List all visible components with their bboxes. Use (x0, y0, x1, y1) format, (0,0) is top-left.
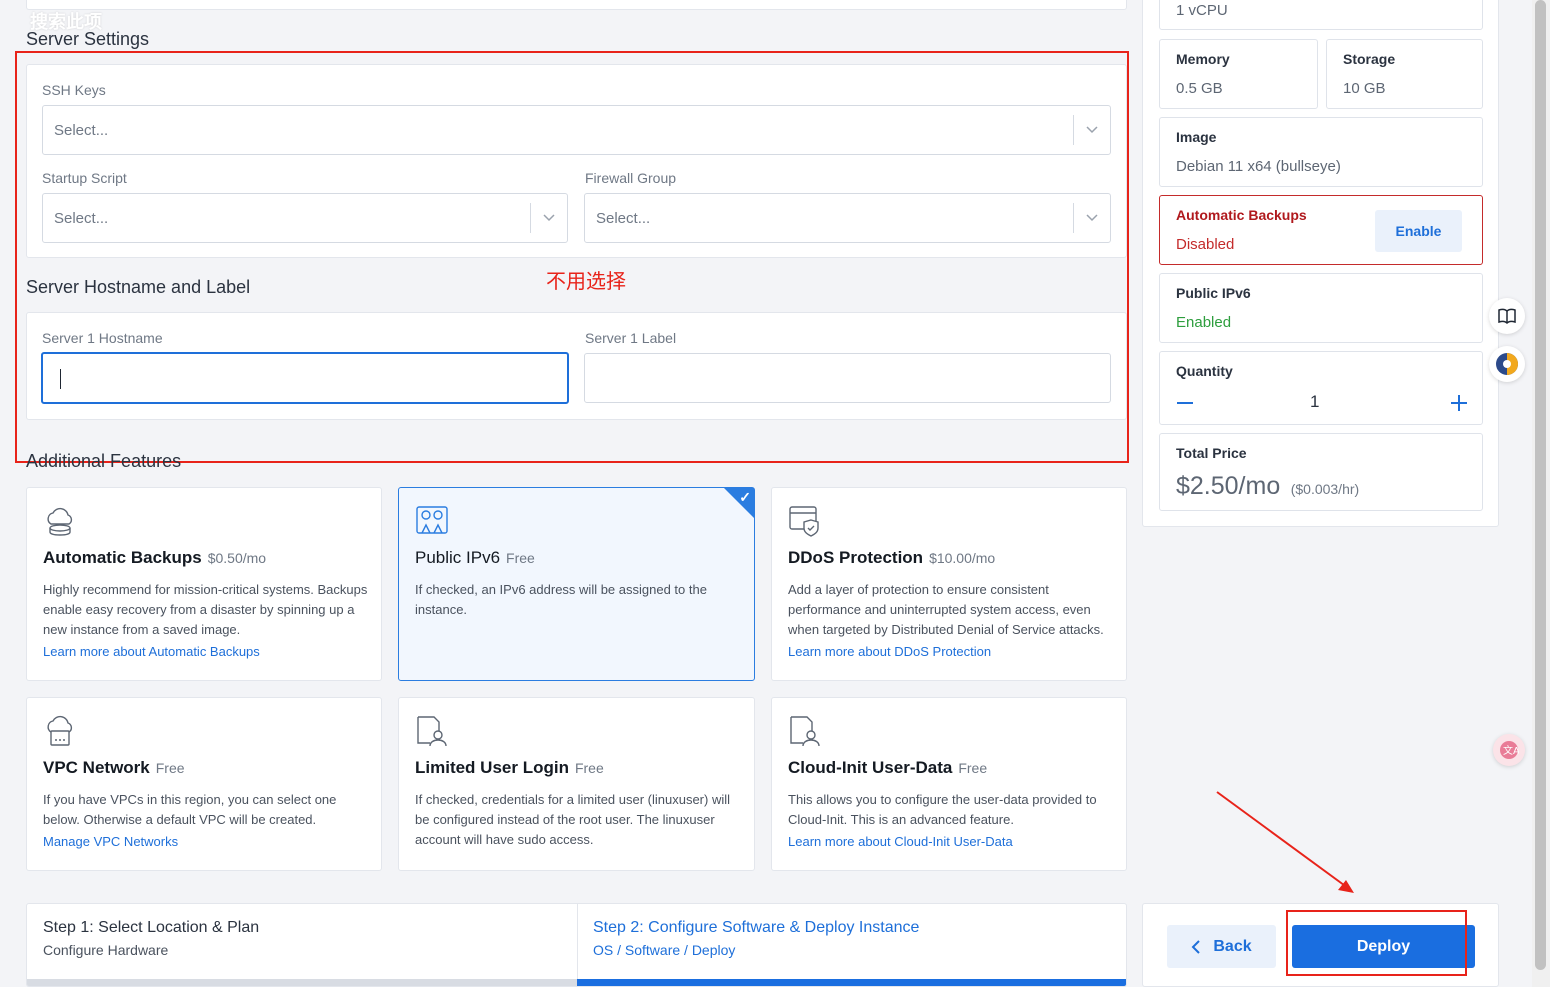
scrollbar-thumb[interactable] (1535, 0, 1546, 970)
manage-vpc-link[interactable]: Manage VPC Networks (43, 834, 178, 849)
feature-price: $0.50/mo (207, 550, 267, 566)
learn-more-ddos-link[interactable]: Learn more about DDoS Protection (788, 644, 991, 659)
server-settings-title: Server Settings (26, 29, 150, 49)
additional-features-title: Additional Features (26, 451, 182, 471)
translate-icon[interactable]: 文A (1493, 734, 1525, 766)
feature-title: Limited User Login Free (415, 758, 604, 777)
automatic-backups-box: Automatic Backups Disabled Enable (1159, 195, 1483, 265)
hourly-price: ($0.003/hr) (1290, 481, 1360, 497)
shield-window-icon (789, 506, 819, 537)
total-price-label: Total Price (1176, 445, 1247, 461)
annotation-highlight-box (15, 51, 1129, 463)
step2-title[interactable]: Step 2: Configure Software & Deploy Inst… (593, 919, 919, 937)
backups-status: Disabled (1176, 236, 1235, 253)
ipv6-status: Enabled (1176, 314, 1232, 331)
feature-description: Add a layer of protection to ensure cons… (788, 582, 1104, 637)
learn-more-backups-link[interactable]: Learn more about Automatic Backups (43, 644, 260, 659)
feature-description: Highly recommend for mission-critical sy… (43, 582, 368, 637)
feature-description: This allows you to configure the user-da… (788, 792, 1097, 827)
feature-card-vpc-network[interactable]: VPC Network Free If you have VPCs in this… (26, 697, 382, 871)
feature-title: VPC Network Free (43, 758, 185, 777)
previous-card-edge (26, 0, 1127, 10)
plus-icon[interactable] (1448, 392, 1470, 414)
memory-value: 0.5 GB (1176, 80, 1223, 97)
quantity-box: Quantity 1 (1159, 351, 1483, 425)
total-price: $2.50/mo ($0.003/hr) (1176, 472, 1359, 501)
feature-price: Free (155, 760, 185, 776)
storage-box: Storage 10 GB (1326, 39, 1483, 109)
step2-subtitle: OS / Software / Deploy (593, 942, 736, 958)
feature-description: If you have VPCs in this region, you can… (43, 792, 337, 827)
feature-card-automatic-backups[interactable]: Automatic Backups $0.50/mo Highly recomme… (26, 487, 382, 681)
user-document-icon (790, 716, 820, 747)
feature-description: If checked, credentials for a limited us… (415, 792, 731, 847)
feature-card-limited-user-login[interactable]: Limited User Login Free If checked, crede… (398, 697, 755, 871)
public-ipv6-box: Public IPv6 Enabled (1159, 273, 1483, 343)
reader-book-icon[interactable] (1489, 298, 1525, 334)
memory-box: Memory 0.5 GB (1159, 39, 1318, 109)
learn-more-cloud-init-link[interactable]: Learn more about Cloud-Init User-Data (788, 834, 1013, 849)
step1-title[interactable]: Step 1: Select Location & Plan (43, 919, 259, 937)
backups-label: Automatic Backups (1176, 207, 1307, 223)
image-label: Image (1176, 129, 1217, 145)
feature-card-cloud-init[interactable]: Cloud-Init User-Data Free This allows you… (771, 697, 1127, 871)
feature-card-ddos-protection[interactable]: DDoS Protection $10.00/mo Add a layer of … (771, 487, 1127, 681)
ip-pin-icon (416, 506, 448, 534)
feature-card-public-ipv6[interactable]: Public IPv6 Free If checked, an IPv6 addr… (398, 487, 755, 681)
user-document-icon (417, 716, 447, 747)
cpu-value: 1 vCPU (1176, 2, 1228, 19)
feature-price: Free (958, 760, 988, 776)
ipv6-label: Public IPv6 (1176, 285, 1251, 301)
step-progress-bar: Step 1: Select Location & Plan Configure… (26, 903, 1127, 987)
total-price-box: Total Price $2.50/mo ($0.003/hr) (1159, 433, 1483, 511)
total-price-value: $2.50/mo (1176, 472, 1281, 500)
image-value: Debian 11 x64 (bullseye) (1176, 158, 1341, 175)
image-box: Image Debian 11 x64 (bullseye) (1159, 117, 1483, 187)
quantity-label: Quantity (1176, 363, 1233, 379)
feature-title: DDoS Protection $10.00/mo (788, 548, 996, 567)
feature-title: Automatic Backups $0.50/mo (43, 548, 267, 567)
svg-text:文A: 文A (1503, 744, 1519, 757)
annotation-arrow-icon (1216, 791, 1354, 893)
storage-value: 10 GB (1343, 80, 1386, 97)
enable-backups-button[interactable]: Enable (1375, 210, 1462, 252)
cloud-backup-icon (47, 507, 73, 536)
chevron-left-icon (1191, 939, 1201, 954)
step1-subtitle: Configure Hardware (43, 942, 169, 958)
memory-label: Memory (1176, 51, 1230, 67)
quantity-value[interactable]: 1 (1310, 392, 1319, 412)
feature-title: Cloud-Init User-Data Free (788, 758, 988, 777)
step-divider (577, 904, 578, 986)
checkmark-icon: ✓ (739, 489, 751, 505)
feature-title: Public IPv6 Free (415, 548, 535, 567)
cpu-box: 1 vCPU (1159, 0, 1483, 30)
assistant-avatar-icon[interactable] (1489, 346, 1525, 382)
storage-label: Storage (1343, 51, 1396, 67)
step2-progress (577, 979, 1126, 986)
back-label: Back (1213, 937, 1252, 955)
back-button[interactable]: Back (1167, 925, 1276, 968)
feature-description: If checked, an IPv6 address will be assi… (415, 582, 707, 617)
deploy-highlight-box (1286, 910, 1467, 976)
feature-price: $10.00/mo (929, 550, 996, 566)
feature-price: Free (574, 760, 604, 776)
step1-progress (27, 979, 577, 986)
cloud-network-icon (47, 715, 73, 746)
minus-icon[interactable] (1174, 392, 1196, 414)
feature-price: Free (506, 550, 535, 566)
